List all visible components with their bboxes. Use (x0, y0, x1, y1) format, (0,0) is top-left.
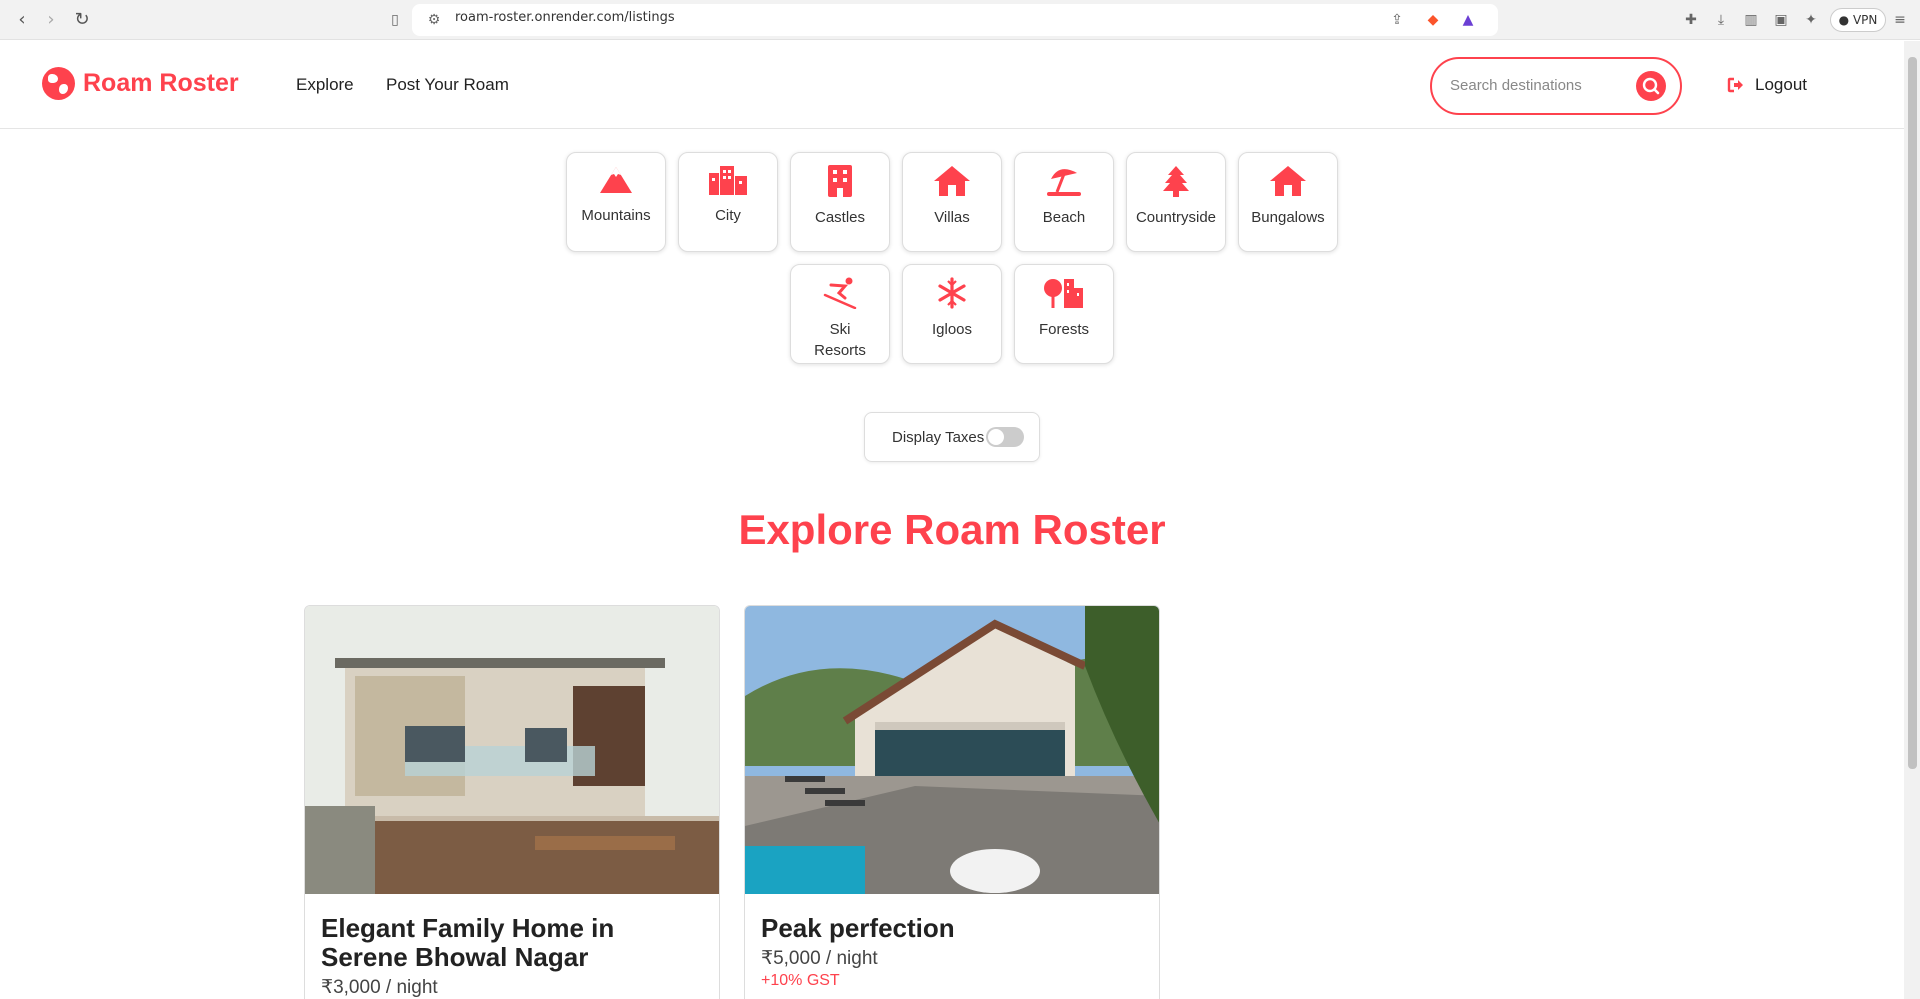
filter-label: Beach (1042, 209, 1086, 226)
tax-toggle-switch[interactable] (986, 427, 1025, 447)
tax-toggle-label: Display Taxes (892, 428, 985, 446)
house-icon (934, 166, 970, 196)
nav-post-your-roam[interactable]: Post Your Roam (386, 75, 509, 95)
listing-photo (305, 606, 719, 894)
search-icon (1642, 77, 1660, 95)
tree-city-icon (1044, 279, 1083, 308)
filter-label: Villas (934, 209, 970, 226)
house-icon (1270, 166, 1306, 196)
filter-beach[interactable]: Beach (1014, 152, 1114, 252)
brand-name: Roam Roster (83, 69, 239, 97)
listing-image[interactable] (305, 606, 719, 894)
page-scrollbar[interactable] (1904, 41, 1920, 999)
price-period: / night (380, 977, 438, 998)
price-amount: ₹3,000 (321, 977, 381, 998)
filter-villas[interactable]: Villas (902, 152, 1002, 252)
brave-rewards-icon[interactable]: ▲ (1458, 10, 1478, 30)
extensions-icon[interactable]: ✚ (1681, 10, 1701, 30)
listing-title[interactable]: Elegant Family Home in Serene Bhowal Nag… (321, 914, 703, 972)
bookmark-icon[interactable]: ▯ (385, 10, 405, 30)
reload-icon[interactable]: ↻ (70, 8, 94, 32)
filter-countryside[interactable]: Countryside (1126, 152, 1226, 252)
brave-shield-icon[interactable]: ◆ (1423, 10, 1443, 30)
browser-toolbar: ‹ › ↻ ▯ ⚙ roam-roster.onrender.com/listi… (0, 0, 1920, 40)
sidebar-icon[interactable]: ▥ (1741, 10, 1761, 30)
navbar: Roam Roster Explore Post Your Roam Logou… (0, 41, 1904, 129)
filter-igloos[interactable]: Igloos (902, 264, 1002, 364)
snowflake-icon (938, 277, 966, 309)
logout-link[interactable]: Logout (1727, 75, 1807, 95)
share-icon[interactable]: ⇪ (1387, 10, 1407, 30)
listing-card[interactable]: Peak perfection ₹5,000 / night +10% GST (744, 605, 1160, 999)
logout-icon (1727, 77, 1743, 93)
filter-label: Bungalows (1251, 209, 1325, 226)
filter-label: City (715, 207, 741, 224)
filter-label: Castles (814, 209, 866, 226)
url-text[interactable]: roam-roster.onrender.com/listings (455, 10, 675, 25)
site-info-icon[interactable]: ⚙ (424, 10, 444, 30)
filter-label: Igloos (931, 321, 973, 338)
page-content: Roam Roster Explore Post Your Roam Logou… (0, 41, 1904, 999)
search-button[interactable] (1636, 71, 1666, 101)
filter-label: Forests (1038, 321, 1089, 338)
tree-icon (1163, 166, 1189, 197)
vpn-button[interactable]: ● VPN (1830, 8, 1886, 32)
mountain-icon (600, 167, 632, 193)
menu-icon[interactable]: ≡ (1890, 10, 1910, 30)
filter-label: Mountains (581, 207, 651, 224)
listing-card[interactable]: Elegant Family Home in Serene Bhowal Nag… (304, 605, 720, 999)
globe-icon (42, 67, 75, 100)
listing-image[interactable] (745, 606, 1159, 894)
download-icon[interactable]: ⤓ (1711, 10, 1731, 30)
scrollbar-thumb[interactable] (1908, 57, 1917, 769)
back-icon[interactable]: ‹ (10, 8, 34, 32)
price-period: / night (820, 948, 878, 969)
castle-icon (828, 165, 852, 197)
filter-ski-resorts[interactable]: Ski Resorts (790, 264, 890, 364)
skiing-icon (823, 277, 857, 310)
listing-title[interactable]: Peak perfection (761, 914, 1143, 943)
filter-forests[interactable]: Forests (1014, 264, 1114, 364)
logout-label: Logout (1755, 75, 1807, 94)
vpn-label: VPN (1852, 13, 1878, 27)
city-icon (709, 166, 747, 195)
umbrella-beach-icon (1047, 169, 1081, 196)
wallet-icon[interactable]: ▣ (1771, 10, 1791, 30)
filter-city[interactable]: City (678, 152, 778, 252)
filter-bungalows[interactable]: Bungalows (1238, 152, 1338, 252)
filter-castles[interactable]: Castles (790, 152, 890, 252)
filter-label: Ski Resorts (814, 321, 866, 359)
search-input[interactable] (1450, 73, 1620, 97)
page-heading: Explore Roam Roster (738, 506, 1166, 553)
listing-gst: +10% GST (761, 972, 840, 989)
brand-logo[interactable]: Roam Roster (42, 67, 239, 100)
price-amount: ₹5,000 (761, 948, 821, 969)
filter-label: Countryside (1135, 209, 1217, 226)
tax-toggle-box: Display Taxes (864, 412, 1040, 462)
nav-explore[interactable]: Explore (296, 75, 354, 95)
search-form (1430, 57, 1682, 115)
leo-ai-icon[interactable]: ✦ (1801, 10, 1821, 30)
forward-icon[interactable]: › (39, 8, 63, 32)
filter-mountains[interactable]: Mountains (566, 152, 666, 252)
listing-photo (745, 606, 1159, 894)
listing-price: ₹5,000 / night (761, 947, 1143, 970)
listing-price: ₹3,000 / night (321, 976, 703, 999)
